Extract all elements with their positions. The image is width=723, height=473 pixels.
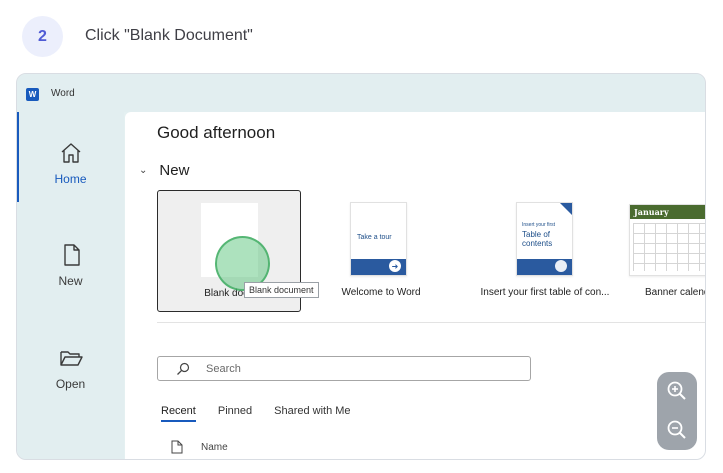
word-screenshot-frame: W Word Home New Open Good afternoon ⌄ Ne… [16,73,706,460]
template-badge-icon [555,260,567,272]
tab-pinned[interactable]: Pinned [218,405,252,422]
tab-recent[interactable]: Recent [161,405,196,422]
file-tabs: Recent Pinned Shared with Me [161,405,373,422]
welcome-to-word-template[interactable]: Take a tour ➜ Welcome to Word [319,190,443,312]
section-divider [157,322,705,323]
step-instruction: Click "Blank Document" [85,27,253,44]
nav-label-new: New [58,274,83,288]
toc-template-label: Insert your first table of con... [480,287,610,298]
step-number-badge: 2 [22,16,63,57]
app-title: Word [51,88,75,99]
welcome-to-word-label: Welcome to Word [341,287,421,298]
search-placeholder: Search [206,363,241,375]
name-column-header[interactable]: Name [171,440,228,454]
blank-document-tooltip: Blank document [244,282,319,298]
calendar-month-title: January [630,205,705,219]
toc-small-text: Insert your first [522,222,556,228]
banner-calendar-label: Banner calenda [645,287,705,298]
title-bar: W Word [17,74,705,112]
search-input[interactable]: Search [157,356,531,381]
table-of-contents-template[interactable]: Insert your first Table of contents Inse… [458,190,632,312]
banner-calendar-template[interactable]: January Banner calenda [621,190,705,312]
new-section-header[interactable]: ⌄ New [139,162,189,179]
toc-thumbnail: Insert your first Table of contents [516,202,573,276]
nav-label-home: Home [54,172,87,186]
active-nav-indicator [17,112,19,202]
zoom-controls [657,372,697,450]
zoom-in-icon[interactable] [665,379,689,403]
search-icon [177,362,190,375]
tutorial-step-page: 2 Click "Blank Document" W Word Home New [0,0,723,473]
new-section-label: New [159,162,190,179]
name-column-label: Name [201,441,228,453]
zoom-out-icon[interactable] [665,418,689,442]
nav-item-new[interactable]: New [17,214,124,304]
nav-item-home[interactable]: Home [17,112,124,202]
file-icon [171,440,183,454]
left-navigation: Home New Open [17,112,124,459]
take-a-tour-text: Take a tour [357,234,392,241]
new-corner-badge [560,203,572,215]
nav-label-open: Open [55,377,86,391]
arrow-right-icon: ➜ [389,260,401,272]
nav-item-open[interactable]: Open [17,317,124,407]
new-document-icon [63,244,80,266]
word-app-icon: W [26,88,39,101]
home-icon [61,143,80,163]
toc-thumbnail-title: Table of contents [522,230,553,248]
chevron-down-icon: ⌄ [139,165,148,176]
main-content: Good afternoon ⌄ New Blank docu Take a t… [125,112,705,459]
greeting-heading: Good afternoon [157,123,276,142]
calendar-thumbnail: January [629,204,705,276]
calendar-grid [633,223,705,271]
welcome-thumbnail: Take a tour ➜ [350,202,407,276]
step-header: 2 Click "Blank Document" [0,0,723,72]
tab-shared-with-me[interactable]: Shared with Me [274,405,350,422]
folder-open-icon [59,351,83,366]
